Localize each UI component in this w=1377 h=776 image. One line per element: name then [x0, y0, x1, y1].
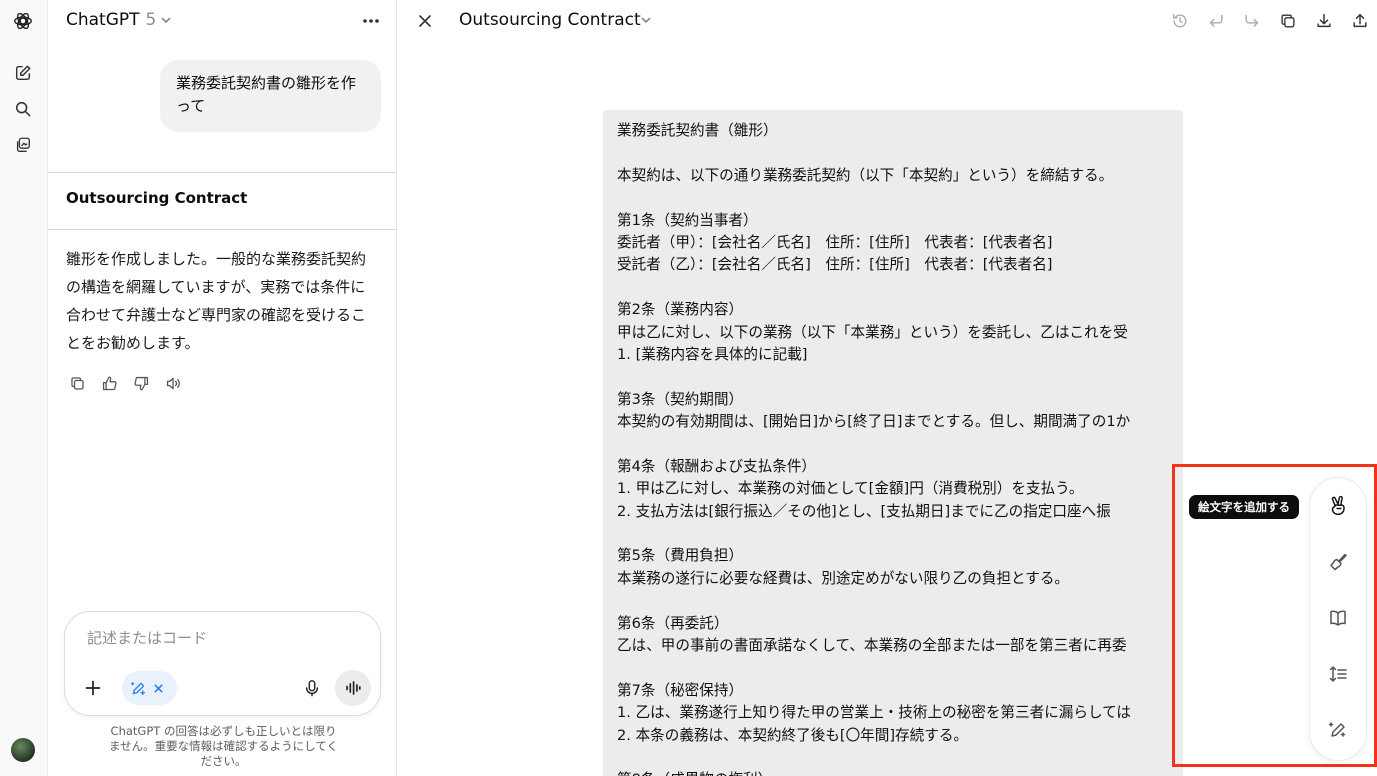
peace-hand-emoji-icon[interactable] [1326, 494, 1350, 518]
document-line: 第1条（契約当事者） [617, 211, 758, 229]
document-line: 第4条（報酬および支払条件） [617, 457, 817, 475]
document-line: 1. 甲は乙に対し、本業務の対価として[金額]円（消費税別）を支払う。 [617, 480, 1084, 498]
document-line: 2. 支払方法は[銀行振込／その他]とし、[支払期日]までに乙の指定口座へ振 [617, 502, 1111, 520]
chat-header: ChatGPT 5 [48, 0, 397, 42]
voice-mode-icon[interactable] [335, 670, 371, 706]
adjust-length-icon[interactable] [1326, 662, 1350, 686]
chevron-down-icon[interactable] [640, 14, 652, 26]
left-rail [0, 0, 48, 776]
new-chat-icon[interactable] [11, 61, 35, 85]
canvas-toolbar [1168, 10, 1372, 32]
close-icon[interactable] [414, 10, 436, 32]
library-icon[interactable] [11, 133, 35, 157]
copy-icon[interactable] [66, 372, 88, 394]
document-line: 本契約の有効期間は、[開始日]から[終了日]までとする。但し、期間満了の1か [617, 413, 1131, 431]
document-line: 業務委託契約書（雛形） [617, 122, 778, 139]
history-icon[interactable] [1168, 10, 1192, 32]
canvas-panel: Outsourcing Contract 業務委託契約書（雛形） 本契約は、以下… [398, 0, 1377, 776]
paintbrush-icon[interactable] [1326, 550, 1350, 574]
document-line: 乙は、甲の事前の書面承諾なくして、本業務の全部または一部を第三者に再委 [617, 636, 1127, 654]
pencil-sparkle-icon[interactable] [1326, 718, 1350, 742]
model-version: 5 [145, 10, 157, 30]
thumbs-down-icon[interactable] [130, 372, 152, 394]
document-line: 甲は乙に対し、以下の業務（以下「本業務」という）を委託し、乙はこれを受 [617, 323, 1128, 341]
canvas-doc-card[interactable]: Outsourcing Contract [48, 172, 397, 230]
openai-logo-icon[interactable] [11, 9, 35, 33]
plus-icon[interactable] [81, 676, 105, 700]
pencil-sparkle-icon [130, 680, 147, 697]
microphone-icon[interactable] [300, 676, 324, 700]
reading-level-book-icon[interactable] [1326, 606, 1350, 630]
canvas-tool-chip[interactable] [122, 671, 177, 705]
document-line: 1. [業務内容を具体的に記載] [617, 345, 808, 363]
canvas-tools-palette [1310, 478, 1366, 760]
remove-tool-icon[interactable] [153, 683, 164, 694]
more-options-icon[interactable] [360, 12, 382, 30]
model-selector[interactable]: ChatGPT 5 [66, 10, 156, 30]
document-line: 第2条（業務内容） [617, 301, 744, 319]
undo-icon[interactable] [1204, 10, 1228, 32]
composer [64, 611, 381, 716]
document-line: 本業務の遂行に必要な経費は、別途定めがない限り乙の負担とする。 [617, 569, 1069, 587]
document-code-block[interactable]: 業務委託契約書（雛形） 本契約は、以下の通り業務委託契約（以下「本契約」という）… [603, 110, 1183, 776]
thumbs-up-icon[interactable] [98, 372, 120, 394]
search-icon[interactable] [11, 97, 35, 121]
user-avatar[interactable] [11, 738, 35, 762]
chat-panel: ChatGPT 5 業務委託契約書の雛形を作って Outsourcing Cont… [48, 0, 397, 776]
message-actions [66, 372, 184, 394]
document-line: 2. 本条の義務は、本契約終了後も[〇年間]存続する。 [617, 726, 969, 744]
document-lines: 業務委託契約書（雛形） 本契約は、以下の通り業務委託契約（以下「本契約」という）… [617, 120, 1177, 776]
redo-icon[interactable] [1240, 10, 1264, 32]
document-line: 第3条（契約期間） [617, 390, 744, 408]
composer-input[interactable] [87, 629, 357, 647]
download-icon[interactable] [1312, 10, 1336, 32]
tooltip: 絵文字を追加する [1189, 495, 1299, 519]
document-line: 1. 乙は、業務遂行上知り得た甲の営業上・技術上の秘密を第三者に漏らしては [617, 704, 1132, 722]
document-line: 第6条（再委託） [617, 614, 729, 632]
disclaimer-text: ChatGPT の回答は必ずしも正しいとは限りません。重要な情報は確認するように… [109, 724, 338, 768]
assistant-message: 雛形を作成しました。一般的な業務委託契約の構造を網羅していますが、実務では条件に… [66, 250, 367, 352]
share-icon[interactable] [1348, 10, 1372, 32]
document-line: 第7条（秘密保持） [617, 681, 744, 699]
canvas-title[interactable]: Outsourcing Contract [459, 10, 641, 30]
document-line: 受託者（乙）：[会社名／氏名] 住所：[住所] 代表者：[代表者名] [617, 256, 1053, 274]
doc-card-title: Outsourcing Contract [66, 189, 248, 207]
app-root: ChatGPT 5 業務委託契約書の雛形を作って Outsourcing Cont… [0, 0, 1377, 776]
chevron-down-icon[interactable] [160, 14, 172, 26]
document-line: 第8条（成果物の権利） [617, 769, 1177, 776]
copy-icon[interactable] [1276, 10, 1300, 32]
read-aloud-icon[interactable] [162, 372, 184, 394]
document-line: 第5条（費用負担） [617, 547, 744, 565]
document-line: 本契約は、以下の通り業務委託契約（以下「本契約」という）を締結する。 [617, 166, 1114, 184]
model-name: ChatGPT [66, 10, 140, 30]
user-message: 業務委託契約書の雛形を作って [160, 60, 381, 132]
document-line: 委託者（甲）：[会社名／氏名] 住所：[住所] 代表者：[代表者名] [617, 233, 1053, 251]
